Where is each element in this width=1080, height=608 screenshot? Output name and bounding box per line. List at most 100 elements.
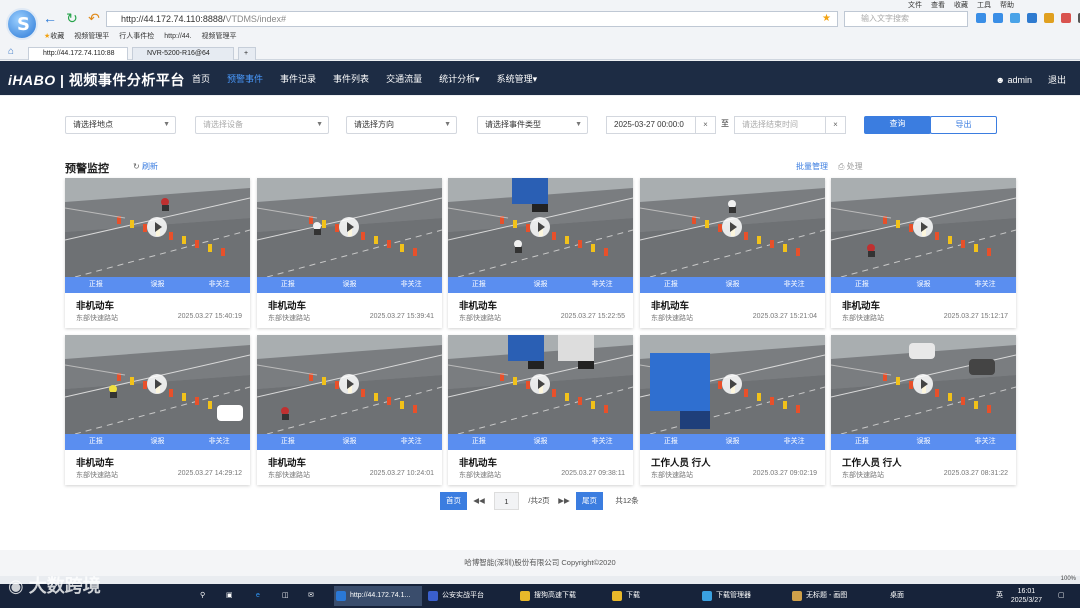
menu-help[interactable]: 帮助 — [1000, 0, 1014, 10]
edge-icon[interactable]: e — [256, 586, 274, 606]
event-thumbnail[interactable] — [448, 335, 633, 434]
event-card[interactable]: 正报 误报 非关注 非机动车 东部快速路站 2025.03.27 15:21:04 — [640, 178, 825, 328]
play-icon[interactable] — [339, 217, 359, 237]
zoom-level[interactable]: 100% — [1061, 576, 1076, 582]
browser-search-input[interactable]: 输入文字搜索 — [844, 11, 968, 27]
event-thumbnail[interactable] — [831, 335, 1016, 434]
first-page-button[interactable]: 首页 — [440, 492, 467, 510]
menu-view[interactable]: 查看 — [931, 0, 945, 10]
nav-system[interactable]: 系统管理▾ — [497, 72, 538, 85]
new-tab-button[interactable]: + — [238, 47, 256, 60]
taskbar-downloads[interactable]: 下载 — [610, 586, 698, 606]
taskbar-browser[interactable]: http://44.172.74.1... — [334, 586, 422, 606]
task-view-icon[interactable]: ▣ — [226, 586, 244, 606]
confirm-button[interactable]: 正报 — [65, 434, 127, 450]
ignore-button[interactable]: 非关注 — [188, 434, 250, 450]
confirm-button[interactable]: 正报 — [448, 434, 510, 450]
favorite-item[interactable]: 行人事件检 — [119, 31, 154, 41]
nav-traffic-flow[interactable]: 交通流量 — [386, 72, 422, 85]
ignore-button[interactable]: 非关注 — [954, 277, 1016, 293]
confirm-button[interactable]: 正报 — [640, 277, 702, 293]
refresh-button[interactable]: ↻ 刷新 — [133, 161, 158, 172]
menu-file[interactable]: 文件 — [908, 0, 922, 10]
handle-button[interactable]: ⎙ 处理 — [838, 161, 863, 172]
nav-home[interactable]: 首页 — [192, 72, 210, 85]
event-card[interactable]: 正报 误报 非关注 工作人员 行人 东部快速路站 2025.03.27 09:02:19 — [640, 335, 825, 485]
search-icon[interactable]: ⚲ — [200, 586, 218, 606]
location-select[interactable]: 请选择地点 ▼ — [65, 116, 176, 134]
batch-manage-link[interactable]: 批量管理 — [796, 161, 828, 172]
desktop-button[interactable]: 桌面 — [882, 586, 920, 606]
clear-icon[interactable]: × — [695, 117, 715, 133]
play-icon[interactable] — [722, 217, 742, 237]
event-thumbnail[interactable] — [640, 335, 825, 434]
menu-tools[interactable]: 工具 — [977, 0, 991, 10]
event-thumbnail[interactable] — [448, 178, 633, 277]
ignore-button[interactable]: 非关注 — [380, 434, 442, 450]
nav-statistics[interactable]: 统计分析▾ — [439, 72, 480, 85]
export-button[interactable]: 导出 — [930, 116, 997, 134]
false-alarm-button[interactable]: 误报 — [319, 434, 381, 450]
confirm-button[interactable]: 正报 — [448, 277, 510, 293]
taskbar-police-platform[interactable]: 公安实战平台 — [426, 586, 514, 606]
event-card[interactable]: 正报 误报 非关注 非机动车 东部快速路站 2025.03.27 15:22:55 — [448, 178, 633, 328]
nav-alerts[interactable]: 预警事件 — [227, 72, 263, 85]
ignore-button[interactable]: 非关注 — [954, 434, 1016, 450]
user-menu[interactable]: ☻ admin — [995, 75, 1032, 85]
query-button[interactable]: 查询 — [864, 116, 931, 134]
undo-icon[interactable]: ↶ — [86, 10, 102, 26]
ime-indicator[interactable]: 英 — [994, 586, 1008, 606]
start-time-input[interactable]: 2025-03-27 00:00:0 × — [606, 116, 716, 134]
event-card[interactable]: 正报 误报 非关注 非机动车 东部快速路站 2025.03.27 15:39:41 — [257, 178, 442, 328]
logout-link[interactable]: 退出 — [1048, 73, 1066, 86]
toolbar-icon[interactable] — [1027, 13, 1037, 23]
mail-icon[interactable]: ✉ — [308, 586, 326, 606]
play-icon[interactable] — [530, 217, 550, 237]
false-alarm-button[interactable]: 误报 — [127, 277, 189, 293]
event-card[interactable]: 正报 误报 非关注 非机动车 东部快速路站 2025.03.27 09:38:11 — [448, 335, 633, 485]
ignore-button[interactable]: 非关注 — [571, 434, 633, 450]
toolbar-icon[interactable] — [1044, 13, 1054, 23]
prev-page-icon[interactable]: ◀◀ — [470, 492, 488, 510]
event-thumbnail[interactable] — [65, 178, 250, 277]
ignore-button[interactable]: 非关注 — [763, 434, 825, 450]
event-card[interactable]: 正报 误报 非关注 非机动车 东部快速路站 2025.03.27 15:40:19 — [65, 178, 250, 328]
event-thumbnail[interactable] — [257, 178, 442, 277]
false-alarm-button[interactable]: 误报 — [702, 277, 764, 293]
confirm-button[interactable]: 正报 — [831, 434, 893, 450]
event-thumbnail[interactable] — [831, 178, 1016, 277]
address-bar[interactable]: http://44.172.74.110:8888/VTDMS/index# ★ — [106, 11, 838, 27]
notification-icon[interactable]: ▢ — [1054, 586, 1074, 606]
nav-event-list[interactable]: 事件列表 — [333, 72, 369, 85]
toolbar-icon[interactable] — [1010, 13, 1020, 23]
play-icon[interactable] — [722, 374, 742, 394]
menu-favorites[interactable]: 收藏 — [954, 0, 968, 10]
play-icon[interactable] — [147, 217, 167, 237]
event-card[interactable]: 正报 误报 非关注 非机动车 东部快速路站 2025.03.27 14:29:12 — [65, 335, 250, 485]
reload-icon[interactable]: ↻ — [64, 10, 80, 26]
play-icon[interactable] — [339, 374, 359, 394]
false-alarm-button[interactable]: 误报 — [893, 277, 955, 293]
confirm-button[interactable]: 正报 — [65, 277, 127, 293]
event-card[interactable]: 正报 误报 非关注 非机动车 东部快速路站 2025.03.27 15:12:17 — [831, 178, 1016, 328]
tab-vtdms[interactable]: http://44.172.74.110:88 — [28, 47, 128, 60]
confirm-button[interactable]: 正报 — [257, 434, 319, 450]
device-select[interactable]: 请选择设备 ▼ — [195, 116, 329, 134]
false-alarm-button[interactable]: 误报 — [510, 277, 572, 293]
taskbar-download-manager[interactable]: 下载管理器 — [700, 586, 788, 606]
taskbar-paint[interactable]: 无标题 - 画图 — [790, 586, 878, 606]
confirm-button[interactable]: 正报 — [257, 277, 319, 293]
play-icon[interactable] — [913, 217, 933, 237]
ignore-button[interactable]: 非关注 — [380, 277, 442, 293]
toolbar-icon[interactable] — [976, 13, 986, 23]
last-page-button[interactable]: 尾页 — [576, 492, 603, 510]
toolbar-icon[interactable] — [1061, 13, 1071, 23]
clock[interactable]: 16:01 2025/3/27 — [1011, 587, 1042, 605]
confirm-button[interactable]: 正报 — [831, 277, 893, 293]
taskbar-sogou-download[interactable]: 搜狗高速下载 — [518, 586, 606, 606]
direction-select[interactable]: 请选择方向 ▼ — [346, 116, 457, 134]
play-icon[interactable] — [530, 374, 550, 394]
end-time-input[interactable]: 请选择结束时间 × — [734, 116, 846, 134]
ignore-button[interactable]: 非关注 — [188, 277, 250, 293]
favorite-item[interactable]: http://44. — [164, 33, 191, 40]
